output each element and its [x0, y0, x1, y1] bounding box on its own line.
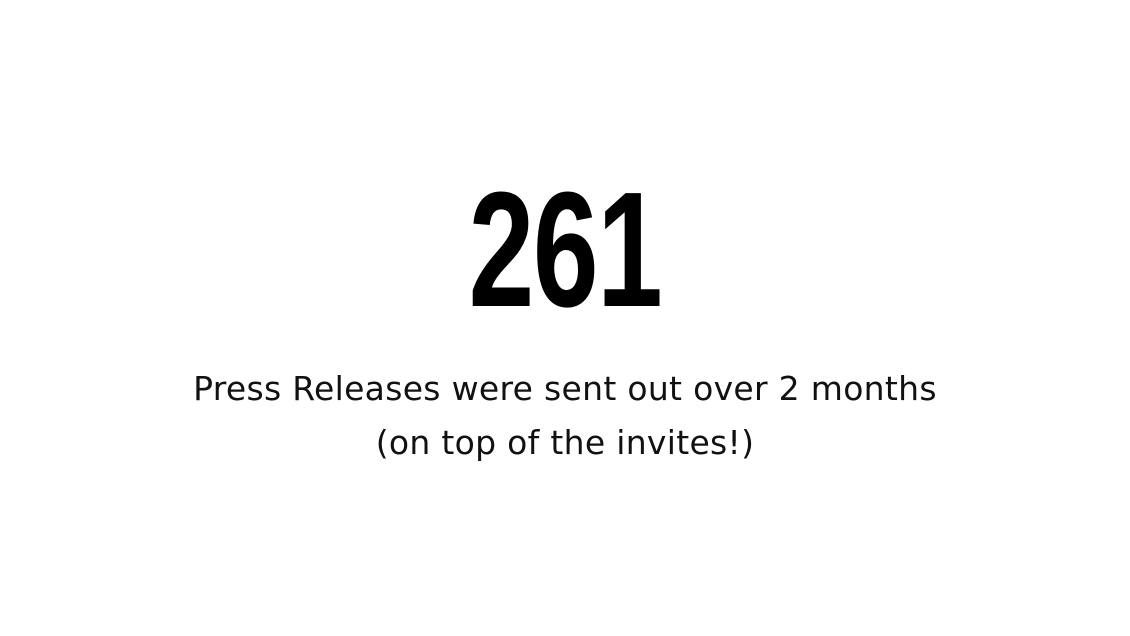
slide: 261 Press Releases were sent out over 2 … [0, 0, 1130, 636]
stat-number: 261 [468, 158, 663, 341]
caption-line-1: Press Releases were sent out over 2 mont… [193, 369, 937, 408]
stat-caption: Press Releases were sent out over 2 mont… [0, 362, 1130, 470]
caption-line-2: (on top of the invites!) [375, 423, 755, 462]
